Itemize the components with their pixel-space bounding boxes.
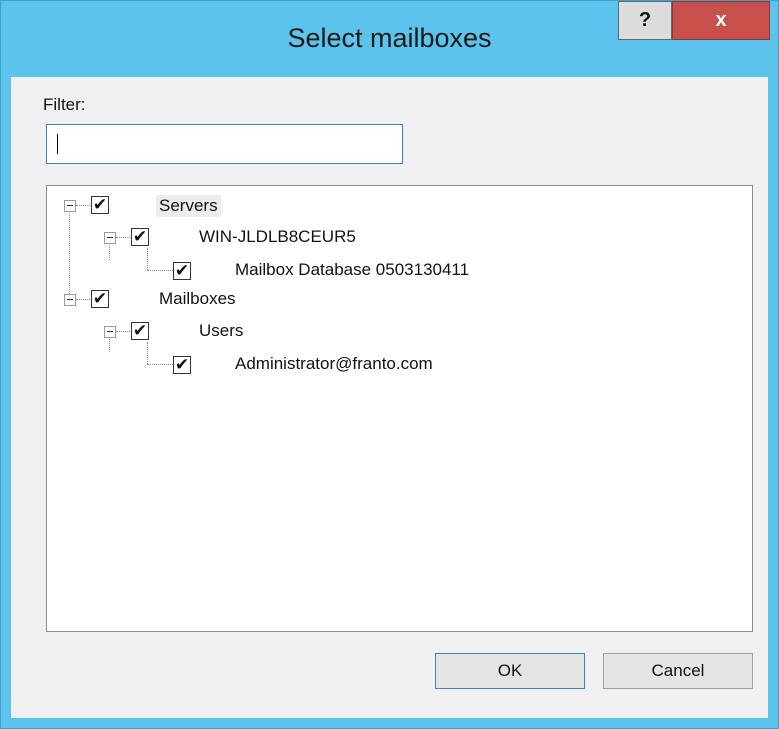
collapse-icon[interactable]: [104, 326, 116, 338]
collapse-icon[interactable]: [64, 294, 76, 306]
checkbox-users[interactable]: ✔: [131, 322, 149, 340]
tree-node-win-jldlb8ceur5[interactable]: ✔ WIN-JLDLB8CEUR5: [47, 224, 747, 254]
checkbox-servers[interactable]: ✔: [91, 196, 109, 214]
collapse-icon[interactable]: [64, 200, 76, 212]
tree-node-label: Servers: [156, 195, 221, 217]
tree-node-label: Administrator@franto.com: [235, 354, 433, 373]
text-caret: [57, 134, 58, 154]
help-button[interactable]: ?: [618, 1, 672, 40]
tree-connector: [76, 205, 92, 206]
filter-input[interactable]: [46, 124, 403, 164]
checkbox-mailboxes[interactable]: ✔: [91, 290, 109, 308]
collapse-icon[interactable]: [104, 232, 116, 244]
tree-node-label: WIN-JLDLB8CEUR5: [199, 227, 356, 246]
tree-connector: [116, 237, 132, 238]
tree-node-mailbox-database[interactable]: ✔ Mailbox Database 0503130411: [47, 256, 747, 286]
ok-button[interactable]: OK: [435, 653, 585, 689]
checkbox-win-jldlb8ceur5[interactable]: ✔: [131, 228, 149, 246]
tree-node-administrator[interactable]: ✔ Administrator@franto.com: [47, 350, 747, 380]
tree-node-label: Mailboxes: [159, 289, 236, 308]
tree-connector: [76, 299, 92, 300]
mailbox-tree[interactable]: ✔ Servers ✔ WIN-JLDLB8CEUR5 ✔ Mailbox Da…: [46, 185, 753, 632]
tree-node-users[interactable]: ✔ Users: [47, 318, 747, 348]
checkbox-administrator[interactable]: ✔: [173, 356, 191, 374]
cancel-button[interactable]: Cancel: [603, 653, 753, 689]
tree-node-label: Mailbox Database 0503130411: [235, 260, 470, 279]
checkbox-mailbox-database[interactable]: ✔: [173, 262, 191, 280]
filter-label: Filter:: [43, 95, 86, 114]
tree-node-servers[interactable]: ✔ Servers: [47, 192, 747, 222]
select-mailboxes-dialog: Select mailboxes ? x Filter: ✔ Servers ✔…: [0, 0, 779, 729]
dialog-body: Filter: ✔ Servers ✔ WIN-JLDLB8CEUR5 ✔ Ma…: [11, 77, 768, 718]
tree-node-mailboxes[interactable]: ✔ Mailboxes: [47, 286, 747, 316]
tree-connector: [116, 331, 132, 332]
tree-node-label: Users: [199, 321, 244, 340]
title-bar[interactable]: Select mailboxes ? x: [1, 1, 778, 77]
close-button[interactable]: x: [672, 1, 770, 40]
